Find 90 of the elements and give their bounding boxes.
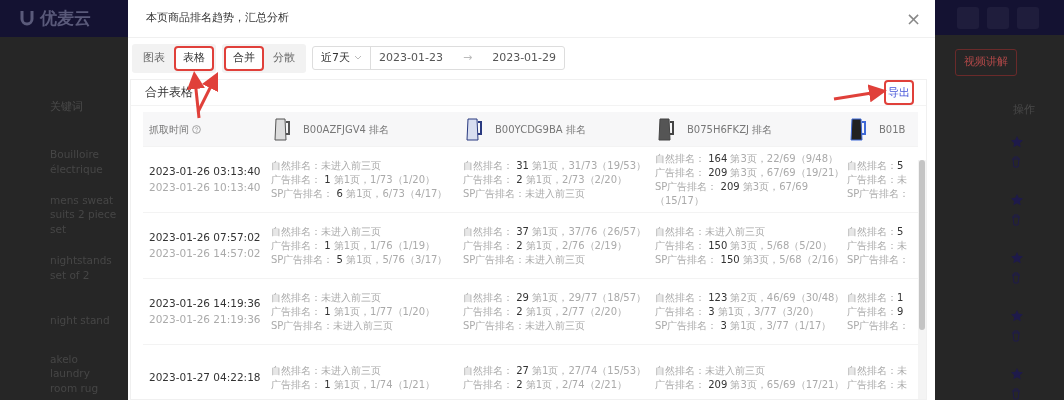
tab[interactable]: 表格 xyxy=(174,46,214,71)
ranking-text: 广告排名： 209 第3页，65/69（17/21） xyxy=(655,377,846,392)
kettle-image xyxy=(463,116,485,143)
card-title: 合并表格 xyxy=(145,84,193,102)
ranking-text: 自然排名：5 xyxy=(847,158,905,173)
ranking-text: 自然排名：未 xyxy=(847,363,908,378)
ranking-text: 自然排名：未进入前三页 xyxy=(271,290,382,305)
time-text: 2023-01-26 03:13:40 xyxy=(149,164,262,179)
trash-icon[interactable] xyxy=(1011,388,1021,400)
help-icon xyxy=(192,124,201,134)
ranking-text: 自然排名：未进入前三页 xyxy=(655,363,766,378)
logo-icon xyxy=(20,10,34,27)
ranking-text: 自然排名： 31 第1页，31/73（19/53） xyxy=(463,158,648,173)
ranking-text: 广告排名： 209 第3页，67/69（19/21） xyxy=(655,165,846,180)
time-text: 2023-01-26 07:57:02 xyxy=(149,230,262,245)
ranking-text: 广告排名： 2 第1页，2/76（2/19） xyxy=(463,238,628,253)
ranking-text: 广告排名： 1 第1页，1/73（1/20） xyxy=(271,172,436,187)
column-header: B01B xyxy=(879,122,906,137)
ranking-text: 广告排名： 1 第1页，1/74（1/21） xyxy=(271,377,436,392)
chevron-down-icon xyxy=(354,55,362,62)
ranking-text: 广告排名： 1 第1页，1/77（1/20） xyxy=(271,304,436,319)
kettle-image xyxy=(847,116,869,143)
time-text: 2023-01-27 04:22:18 xyxy=(149,369,262,385)
ranking-text: 自然排名：1 xyxy=(847,290,905,305)
star-icon[interactable] xyxy=(1011,252,1023,264)
scrollbar-thumb[interactable] xyxy=(919,160,925,331)
ranking-text: SP广告排名： xyxy=(847,318,911,333)
ranking-text: SP广告排名：未进入前三页 xyxy=(463,186,587,201)
star-icon[interactable] xyxy=(1011,368,1023,380)
date-arrow: → xyxy=(462,50,473,66)
star-icon[interactable] xyxy=(1011,194,1023,206)
date-end[interactable]: 2023-01-29 xyxy=(484,50,565,67)
kettle-image xyxy=(655,116,677,143)
export-link[interactable]: 导出 xyxy=(884,79,914,106)
time-text: 2023-01-26 14:19:36 xyxy=(149,296,262,311)
annotation-arrow xyxy=(833,84,887,103)
ranking-text: SP广告排名： xyxy=(847,186,911,201)
ranking-text: SP广告排名： 209 第3页，67/69（15/17） xyxy=(655,179,810,208)
annotation-arrow xyxy=(196,71,218,113)
ranking-text: 广告排名： 1 第1页，1/76（1/19） xyxy=(271,238,436,253)
ranking-text: SP广告排名：未进入前三页 xyxy=(271,318,395,333)
kettle-image xyxy=(271,116,293,143)
ranking-text: SP广告排名： xyxy=(847,252,911,267)
tab[interactable]: 合并 xyxy=(224,46,264,71)
column-header: B075H6FKZJ 排名 xyxy=(687,122,773,137)
ranking-text: 广告排名：9 xyxy=(847,304,905,319)
time-text: 2023-01-26 21:19:36 xyxy=(149,311,262,327)
ranking-text: 自然排名： 29 第1页，29/77（18/57） xyxy=(463,290,648,305)
ranking-text: 广告排名：未 xyxy=(847,238,908,253)
column-header: B00YCDG9BA 排名 xyxy=(495,122,586,137)
ranking-text: 广告排名： 3 第1页，3/77（3/20） xyxy=(655,304,820,319)
ranking-text: 广告排名：未 xyxy=(847,172,908,187)
column-header: 抓取时间 xyxy=(149,122,189,137)
close-button[interactable]: × xyxy=(899,9,927,28)
ranking-text: 自然排名：未进入前三页 xyxy=(271,363,382,378)
ranking-text: 自然排名： 123 第2页，46/69（30/48） xyxy=(655,290,846,305)
ranking-text: 自然排名：未进入前三页 xyxy=(271,158,382,173)
trash-icon[interactable] xyxy=(1011,156,1021,168)
time-text: 2023-01-26 14:57:02 xyxy=(149,245,262,261)
trash-icon[interactable] xyxy=(1011,272,1021,284)
star-icon[interactable] xyxy=(1011,136,1023,148)
ranking-text: 广告排名： 2 第1页，2/74（2/21） xyxy=(463,377,628,392)
date-range-picker[interactable]: 近7天 2023-01-23 → 2023-01-29 xyxy=(312,46,566,71)
ranking-text: SP广告排名：未进入前三页 xyxy=(463,318,587,333)
trash-icon[interactable] xyxy=(1011,214,1021,226)
tab[interactable]: 图表 xyxy=(134,46,174,71)
ranking-text: 自然排名： 164 第3页，22/69（9/48） xyxy=(655,151,840,166)
date-start[interactable]: 2023-01-23 xyxy=(371,50,451,67)
ranking-text: 自然排名：5 xyxy=(847,224,905,239)
time-text: 2023-01-26 10:13:40 xyxy=(149,179,262,195)
period-select[interactable]: 近7天 xyxy=(321,50,350,67)
logo-text: 优麦云 xyxy=(40,6,91,30)
ranking-text: SP广告排名： 6 第1页，6/73（4/17） xyxy=(271,186,449,201)
ranking-text: 广告排名： 2 第1页，2/73（2/20） xyxy=(463,172,628,187)
ranking-text: 自然排名：未进入前三页 xyxy=(655,224,766,239)
ranking-text: 自然排名： 27 第1页，27/74（15/53） xyxy=(463,363,648,378)
ranking-text: 自然排名： 37 第1页，37/76（26/57） xyxy=(463,224,648,239)
star-icon[interactable] xyxy=(1011,310,1023,322)
tab[interactable]: 分散 xyxy=(264,46,304,71)
ranking-text: SP广告排名： 150 第3页，5/68（2/16） xyxy=(655,252,846,267)
ranking-text: SP广告排名： 5 第1页，5/76（3/17） xyxy=(271,252,449,267)
ranking-text: 广告排名： 150 第3页，5/68（5/20） xyxy=(655,238,833,253)
ranking-text: 自然排名：未进入前三页 xyxy=(271,224,382,239)
ranking-text: SP广告排名：未进入前三页 xyxy=(463,252,587,267)
ranking-text: 广告排名： 2 第1页，2/77（2/20） xyxy=(463,304,628,319)
trash-icon[interactable] xyxy=(1011,330,1021,342)
column-header: B00AZFJGV4 排名 xyxy=(303,122,390,137)
ranking-text: 广告排名：未 xyxy=(847,377,908,392)
ranking-text: SP广告排名： 3 第1页，3/77（1/17） xyxy=(655,318,833,333)
modal-title: 本页商品排名趋势，汇总分析 xyxy=(146,10,289,27)
